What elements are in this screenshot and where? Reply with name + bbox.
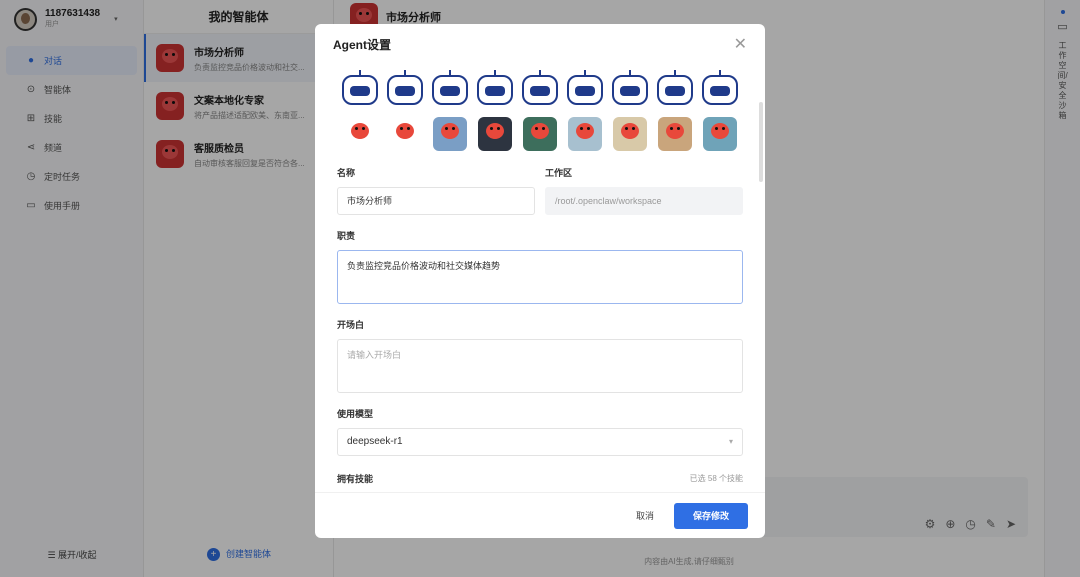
robot-code-icon xyxy=(657,70,694,105)
model-select[interactable]: deepseek-r1 ▾ xyxy=(337,428,743,456)
avatar-picker xyxy=(337,70,743,152)
avatar-option[interactable] xyxy=(698,116,743,152)
model-label: 使用模型 xyxy=(337,409,374,419)
avatar-option[interactable] xyxy=(382,116,427,152)
agent-settings-modal: Agent设置 ✕ 名称 市场分析师 工作区 /root/.openclaw/w… xyxy=(315,24,765,538)
avatar-option[interactable] xyxy=(517,70,562,108)
avatar-option[interactable] xyxy=(427,70,472,108)
opening-textarea[interactable]: 请输入开场白 xyxy=(337,339,743,393)
skills-label: 拥有技能 xyxy=(337,474,374,484)
avatar-option[interactable] xyxy=(563,116,608,152)
modal-title: Agent设置 xyxy=(333,37,391,52)
lobster-laptop-icon xyxy=(477,117,512,151)
robot-keyboard-icon xyxy=(431,70,468,105)
chevron-down-icon: ▾ xyxy=(728,437,733,446)
robot-search-doc-icon xyxy=(386,70,423,105)
opening-label: 开场白 xyxy=(337,320,365,330)
name-field[interactable]: 市场分析师 xyxy=(337,187,535,215)
avatar-option[interactable] xyxy=(472,70,517,108)
skills-count: 已选 58 个技能 xyxy=(689,474,743,483)
avatar-option[interactable] xyxy=(337,70,382,108)
lobster-phone-icon xyxy=(432,117,467,151)
save-button[interactable]: 保存修改 xyxy=(674,502,748,529)
avatar-option[interactable] xyxy=(337,116,382,152)
workspace-field: /root/.openclaw/workspace xyxy=(545,187,743,215)
robot-chart-icon xyxy=(341,70,378,105)
modal-body: 名称 市场分析师 工作区 /root/.openclaw/workspace 职… xyxy=(315,64,765,492)
robot-gear-icon xyxy=(476,70,513,105)
name-label: 名称 xyxy=(337,168,356,178)
lobster-desk-icon xyxy=(658,117,693,151)
robot-translate-icon xyxy=(521,70,558,105)
duty-textarea[interactable]: 负责监控竞品价格波动和社交媒体趋势 xyxy=(337,250,743,304)
modal-header: Agent设置 ✕ xyxy=(315,24,765,64)
avatar-option[interactable] xyxy=(653,116,698,152)
avatar-option[interactable] xyxy=(608,70,653,108)
robot-search-icon xyxy=(702,70,739,105)
robot-mail-icon xyxy=(567,70,604,105)
lobster-detective-icon xyxy=(613,117,648,151)
close-icon[interactable]: ✕ xyxy=(734,34,747,54)
lobster-dashboard-icon xyxy=(703,117,738,151)
model-value: deepseek-r1 xyxy=(347,436,403,447)
avatar-option[interactable] xyxy=(517,116,562,152)
avatar-option[interactable] xyxy=(563,70,608,108)
duty-label: 职责 xyxy=(337,231,356,241)
modal-footer: 取消 保存修改 xyxy=(315,492,765,538)
lobster-writing-icon xyxy=(387,117,422,151)
workspace-label: 工作区 xyxy=(545,168,573,178)
avatar-option[interactable] xyxy=(427,116,472,152)
robot-map-icon xyxy=(612,70,649,105)
avatar-option[interactable] xyxy=(653,70,698,108)
lobster-wave-icon xyxy=(342,117,377,151)
avatar-option[interactable] xyxy=(382,70,427,108)
lobster-stock-watch-icon xyxy=(522,117,557,151)
lobster-computer-icon xyxy=(568,117,603,151)
avatar-option[interactable] xyxy=(472,116,517,152)
avatar-option[interactable] xyxy=(608,116,653,152)
cancel-button[interactable]: 取消 xyxy=(630,503,660,528)
avatar-option[interactable] xyxy=(698,70,743,108)
skills-section: 拥有技能 已选 58 个技能 xyxy=(337,472,743,485)
